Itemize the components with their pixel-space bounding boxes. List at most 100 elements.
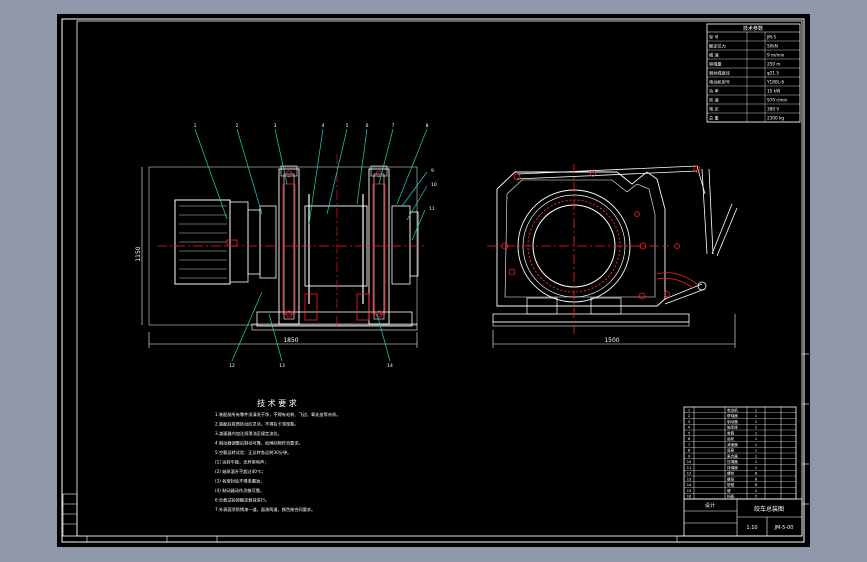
param-label: 总 重 — [709, 115, 719, 121]
tech-requirement-line: 7.外表面涂防锈漆一道，面漆两道，颜色按合同要求。 — [215, 506, 315, 513]
bom-row-name: 垫圈 — [727, 482, 735, 487]
param-value: 9 m/min — [767, 53, 785, 58]
bom-row-qty: 1 — [755, 437, 757, 441]
tech-requirement-line: 6.负载试验按额定载荷进行。 — [215, 497, 269, 504]
param-value: Y180L-6 — [766, 80, 784, 85]
callout-number: 8 — [426, 123, 429, 129]
tech-requirement-line: (2) 轴承温升不超过40℃； — [215, 468, 266, 475]
bom-row-qty: 1 — [755, 408, 757, 412]
callout-number: 11 — [429, 206, 435, 212]
tech-requirement-line: (1) 运转平稳，无异常响声； — [215, 459, 268, 466]
param-value: 250 m — [767, 62, 780, 67]
callout-number: 2 — [236, 123, 239, 129]
bom-row-name: 键 — [727, 488, 731, 493]
drawing-number: JM-5-00 — [774, 525, 794, 531]
bom-row-qty: 2 — [755, 495, 757, 499]
bom-row-qty: 2 — [755, 489, 757, 493]
callout-number: 1 — [194, 123, 197, 129]
param-value: 50kN — [767, 44, 778, 49]
side-view: 1850 1150 1 2 3 4 5 6 7 89101112 13 14 — [135, 123, 437, 369]
param-value: 970 r/min — [767, 98, 788, 103]
drawing-name: 绞车总装图 — [754, 505, 784, 513]
bom-row-qty: 1 — [755, 420, 757, 424]
revision-block — [62, 493, 78, 537]
tech-requirement-line: 3.减速器内加注润滑油至规定油位。 — [215, 430, 282, 437]
callout-number: 7 — [392, 123, 395, 129]
bom-row-name: 卷筒 — [727, 430, 735, 435]
param-label: 容绳量 — [709, 61, 722, 68]
callout-number: 3 — [274, 123, 277, 129]
callout-number: 14 — [387, 363, 393, 369]
bom-row-name: 联轴器 — [727, 413, 738, 418]
tech-requirements-title: 技 术 要 求 — [257, 398, 297, 408]
param-value: JM-5 — [766, 35, 776, 40]
tech-requirement-line: (3) 各密封处不得渗漏油； — [215, 478, 264, 485]
bom-row-number: 13 — [687, 477, 692, 481]
tech-requirement-line: 4.制动器调整后制动可靠，松闸间隙符合要求。 — [215, 440, 303, 447]
right-support — [368, 168, 390, 325]
bom-row-name: 齿轮 — [727, 436, 735, 441]
param-value: 15 kW — [767, 89, 780, 94]
param-label: 额定拉力 — [709, 43, 726, 50]
technical-requirements: 技 术 要 求 1.装配前所有零件须清洗干净，不得有毛刺、飞边、氧化皮等杂质。 2… — [215, 398, 340, 513]
callout-number: 10 — [431, 182, 437, 188]
front-red-details — [501, 165, 701, 300]
param-value: φ21.5 — [767, 71, 779, 76]
bom-row-name: 排绳器 — [727, 465, 738, 470]
tech-requirement-line: 5.空载运转试验：正反转各运转30分钟。 — [215, 449, 291, 456]
reducer — [391, 205, 411, 285]
bill-of-materials: 1 电动机 12 联轴器 13 制动器 14 轴承座 25 卷筒 16 齿轮 17 减速器 18 底座 19 离合… — [683, 406, 797, 500]
bom-row-qty: 1 — [755, 431, 757, 435]
param-value: 2300 kg — [767, 116, 784, 121]
param-value: 380 V — [767, 107, 779, 112]
front-base — [492, 313, 690, 323]
callout-number: 12 — [229, 363, 235, 369]
bom-row-name: 挡板 — [727, 494, 735, 499]
param-label: 功 率 — [709, 88, 719, 95]
callout-number: 4 — [322, 123, 325, 129]
bom-row-number: 10 — [687, 460, 692, 464]
bom-row-qty: 1 — [755, 460, 757, 464]
coupling — [259, 205, 277, 279]
bom-row-name: 轴承座 — [727, 425, 738, 430]
callout-number: 9 — [431, 168, 434, 174]
bom-row-number: 8 — [688, 449, 691, 453]
bom-row-number: 1 — [688, 408, 690, 412]
bom-row-name: 减速器 — [727, 442, 738, 447]
bom-row-qty: 2 — [755, 426, 757, 430]
bom-row-number: 4 — [688, 426, 691, 430]
bom-row-qty: 8 — [755, 472, 758, 476]
tech-requirement-line: (4) 制动器动作灵敏可靠。 — [215, 487, 264, 494]
bom-row-name: 压绳器 — [727, 459, 738, 464]
param-label: 绳 速 — [709, 52, 720, 59]
param-label: 电动机型号 — [709, 79, 730, 86]
bom-row-name: 电动机 — [727, 407, 738, 412]
bom-row-number: 7 — [688, 443, 690, 447]
side-width-dimension: 1850 — [283, 337, 298, 344]
side-height-dimension: 1150 — [135, 246, 142, 261]
param-label: 型 号 — [709, 34, 719, 41]
bom-row-number: 2 — [688, 414, 690, 418]
bom-row-qty: 1 — [755, 414, 757, 418]
bom-row-qty: 8 — [755, 483, 758, 487]
bom-row-number: 11 — [687, 466, 692, 470]
bom-row-qty: 1 — [755, 443, 757, 447]
motor-flange — [229, 201, 249, 283]
bom-row-number: 3 — [688, 420, 690, 424]
bom-row-name: 螺母 — [727, 476, 735, 481]
bom-row-number: 15 — [687, 489, 692, 493]
outer-border — [61, 18, 805, 543]
tech-requirement-line: 1.装配前所有零件须清洗干净，不得有毛刺、飞边、氧化皮等杂质。 — [215, 411, 340, 418]
callout-number: 13 — [279, 363, 285, 369]
bom-row-qty: 8 — [755, 477, 758, 481]
drawing-title-block: 绞车总装图 JM-5-00 1:10 设计 — [683, 498, 803, 537]
bom-row-number: 9 — [688, 454, 691, 458]
bom-row-qty: 1 — [755, 454, 757, 458]
cad-drawing: 技术参数 型 号 JM-5 额定拉力 50kN 绳 速 9 m/min 容绳量 250 m 钢丝… — [61, 18, 809, 543]
bom-row-number: 12 — [687, 472, 692, 476]
bom-row-name: 制动器 — [727, 419, 738, 424]
designer-label: 设计 — [705, 502, 715, 509]
bom-row-number: 6 — [688, 437, 691, 441]
front-view: 1500 — [487, 164, 738, 348]
bom-row-number: 5 — [688, 431, 690, 435]
